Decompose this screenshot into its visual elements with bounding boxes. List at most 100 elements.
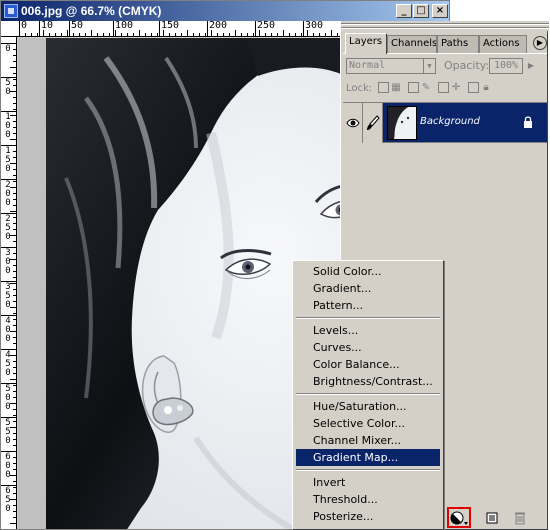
ruler-minor-tick xyxy=(85,33,86,36)
ruler-minor-tick xyxy=(10,91,16,92)
ruler-left-label: 500 xyxy=(5,384,11,412)
layer-row-background[interactable]: Background xyxy=(343,103,547,143)
ruler-tick xyxy=(207,21,208,36)
ruler-minor-tick xyxy=(13,229,16,230)
ruler-top-label: 100 xyxy=(115,21,134,31)
move-icon: ✛ xyxy=(451,82,461,93)
close-button[interactable]: × xyxy=(432,4,448,18)
lock-transparency-checkbox[interactable] xyxy=(378,82,389,93)
ruler-tick xyxy=(1,179,16,180)
new-layer-button[interactable] xyxy=(483,509,501,527)
ruler-minor-tick xyxy=(97,33,98,36)
delete-layer-button[interactable] xyxy=(511,509,529,527)
ruler-left-label: 0 xyxy=(5,44,11,54)
ruler-minor-tick xyxy=(169,33,170,36)
tab-paths[interactable]: Paths xyxy=(437,35,479,53)
ruler-minor-tick xyxy=(295,33,296,36)
ruler-minor-tick xyxy=(10,259,16,260)
paint-indicator[interactable] xyxy=(363,103,383,143)
palette-tabs: Layers Channels Paths Actions ▶ xyxy=(343,33,547,54)
half-circle-adjustment-icon xyxy=(450,511,468,525)
ruler-minor-tick xyxy=(10,187,16,188)
ruler-left-label: 300 xyxy=(5,248,11,276)
menu-item-color-balance[interactable]: Color Balance... xyxy=(296,356,440,373)
ruler-tick xyxy=(1,417,16,418)
menu-item-invert[interactable]: Invert xyxy=(296,474,440,491)
menu-separator xyxy=(296,469,440,471)
palette-menu-arrow-icon[interactable]: ▶ xyxy=(533,36,547,50)
menu-item-brightness-contrast[interactable]: Brightness/Contrast... xyxy=(296,373,440,390)
menu-item-threshold[interactable]: Threshold... xyxy=(296,491,440,508)
ruler-minor-tick xyxy=(10,499,16,500)
ruler-minor-tick xyxy=(10,451,16,452)
ruler-minor-tick xyxy=(337,33,338,36)
tab-layers[interactable]: Layers xyxy=(345,33,387,54)
ruler-tick xyxy=(39,21,40,36)
ruler-minor-tick xyxy=(319,33,320,36)
ruler-minor-tick xyxy=(283,30,284,36)
ruler-minor-tick xyxy=(13,121,16,122)
layer-thumbnail[interactable] xyxy=(387,106,417,140)
ruler-tick xyxy=(69,21,70,36)
ruler-minor-tick xyxy=(331,30,332,36)
tab-actions[interactable]: Actions xyxy=(479,35,527,53)
menu-item-gradient[interactable]: Gradient... xyxy=(296,280,440,297)
menu-item-solid-color[interactable]: Solid Color... xyxy=(296,263,440,280)
ruler-minor-tick xyxy=(13,199,16,200)
opacity-field[interactable]: 100% xyxy=(489,58,523,74)
document-titlebar[interactable]: 006.jpg @ 66.7% (CMYK) _ □ × xyxy=(1,1,449,21)
visibility-toggle[interactable] xyxy=(343,103,363,143)
dropdown-arrow-icon[interactable]: ▼ xyxy=(423,59,435,73)
brush-lock-icon: ✎ xyxy=(421,82,431,93)
ruler-minor-tick xyxy=(13,481,16,482)
ruler-left-label: 650 xyxy=(5,486,11,514)
palette-drag-bar[interactable] xyxy=(341,21,549,31)
ruler-minor-tick xyxy=(13,289,16,290)
lock-all-checkbox[interactable] xyxy=(468,82,479,93)
vertical-ruler[interactable]: 0 50 100 150 200 250 300 350 400 450 500 550 600 650 xyxy=(1,37,17,529)
menu-item-posterize[interactable]: Posterize... xyxy=(296,508,440,525)
trash-icon xyxy=(515,512,525,525)
lock-image-checkbox[interactable] xyxy=(408,82,419,93)
menu-item-channel-mixer[interactable]: Channel Mixer... xyxy=(296,432,440,449)
ruler-minor-tick xyxy=(235,30,236,36)
ruler-left-label: 100 xyxy=(5,112,11,140)
ruler-minor-tick xyxy=(13,517,16,518)
ruler-minor-tick xyxy=(193,33,194,36)
ruler-minor-tick xyxy=(13,349,16,350)
ruler-minor-tick xyxy=(121,33,122,36)
ruler-left-label: 50 xyxy=(5,78,11,97)
ruler-tick xyxy=(1,111,16,112)
ruler-minor-tick xyxy=(13,469,16,470)
menu-item-levels[interactable]: Levels... xyxy=(296,322,440,339)
menu-item-hue-saturation[interactable]: Hue/Saturation... xyxy=(296,398,440,415)
ruler-minor-tick xyxy=(10,163,16,164)
ruler-minor-tick xyxy=(13,73,16,74)
ruler-minor-tick xyxy=(271,33,272,36)
tab-channels[interactable]: Channels xyxy=(387,35,437,53)
ruler-minor-tick xyxy=(31,33,32,36)
blend-mode-select[interactable]: Normal ▼ xyxy=(346,58,436,74)
ruler-minor-tick xyxy=(13,439,16,440)
ruler-minor-tick xyxy=(13,319,16,320)
ruler-left-label: 200 xyxy=(5,180,11,208)
ruler-minor-tick xyxy=(10,235,16,236)
menu-item-selective-color[interactable]: Selective Color... xyxy=(296,415,440,432)
menu-item-curves[interactable]: Curves... xyxy=(296,339,440,356)
new-adjustment-layer-button[interactable] xyxy=(447,507,471,528)
menu-item-gradient-map[interactable]: Gradient Map... xyxy=(296,449,440,466)
ruler-tick xyxy=(1,281,16,282)
ruler-minor-tick xyxy=(10,331,16,332)
ruler-minor-tick xyxy=(13,175,16,176)
opacity-slider-arrow-icon[interactable]: ▶ xyxy=(525,58,537,74)
minimize-button[interactable]: _ xyxy=(396,4,412,18)
ruler-minor-tick xyxy=(13,79,16,80)
ruler-minor-tick xyxy=(10,283,16,284)
maximize-button[interactable]: □ xyxy=(413,4,429,18)
ruler-minor-tick xyxy=(205,33,206,36)
ruler-left-label: 250 xyxy=(5,214,11,242)
menu-item-pattern[interactable]: Pattern... xyxy=(296,297,440,314)
ruler-minor-tick xyxy=(25,33,26,36)
lock-label: Lock: xyxy=(346,83,373,94)
lock-position-checkbox[interactable] xyxy=(438,82,449,93)
